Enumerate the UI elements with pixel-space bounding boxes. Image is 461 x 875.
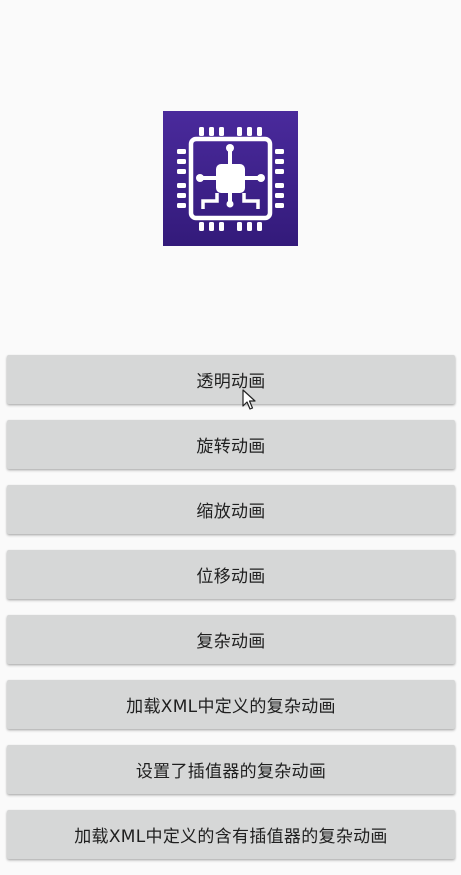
scale-animation-button[interactable]: 缩放动画 — [7, 485, 455, 534]
translate-animation-button[interactable]: 位移动画 — [7, 550, 455, 599]
cpu-chip-icon — [163, 111, 298, 246]
alpha-animation-button[interactable]: 透明动画 — [7, 355, 455, 404]
xml-interpolator-complex-animation-button[interactable]: 加载XML中定义的含有插值器的复杂动画 — [7, 810, 455, 859]
complex-animation-button[interactable]: 复杂动画 — [7, 615, 455, 664]
rotate-animation-button[interactable]: 旋转动画 — [7, 420, 455, 469]
xml-complex-animation-button[interactable]: 加载XML中定义的复杂动画 — [7, 680, 455, 729]
animation-button-list: 透明动画 旋转动画 缩放动画 位移动画 复杂动画 加载XML中定义的复杂动画 设… — [7, 355, 455, 875]
interpolator-complex-animation-button[interactable]: 设置了插值器的复杂动画 — [7, 745, 455, 794]
app-logo — [163, 111, 298, 246]
